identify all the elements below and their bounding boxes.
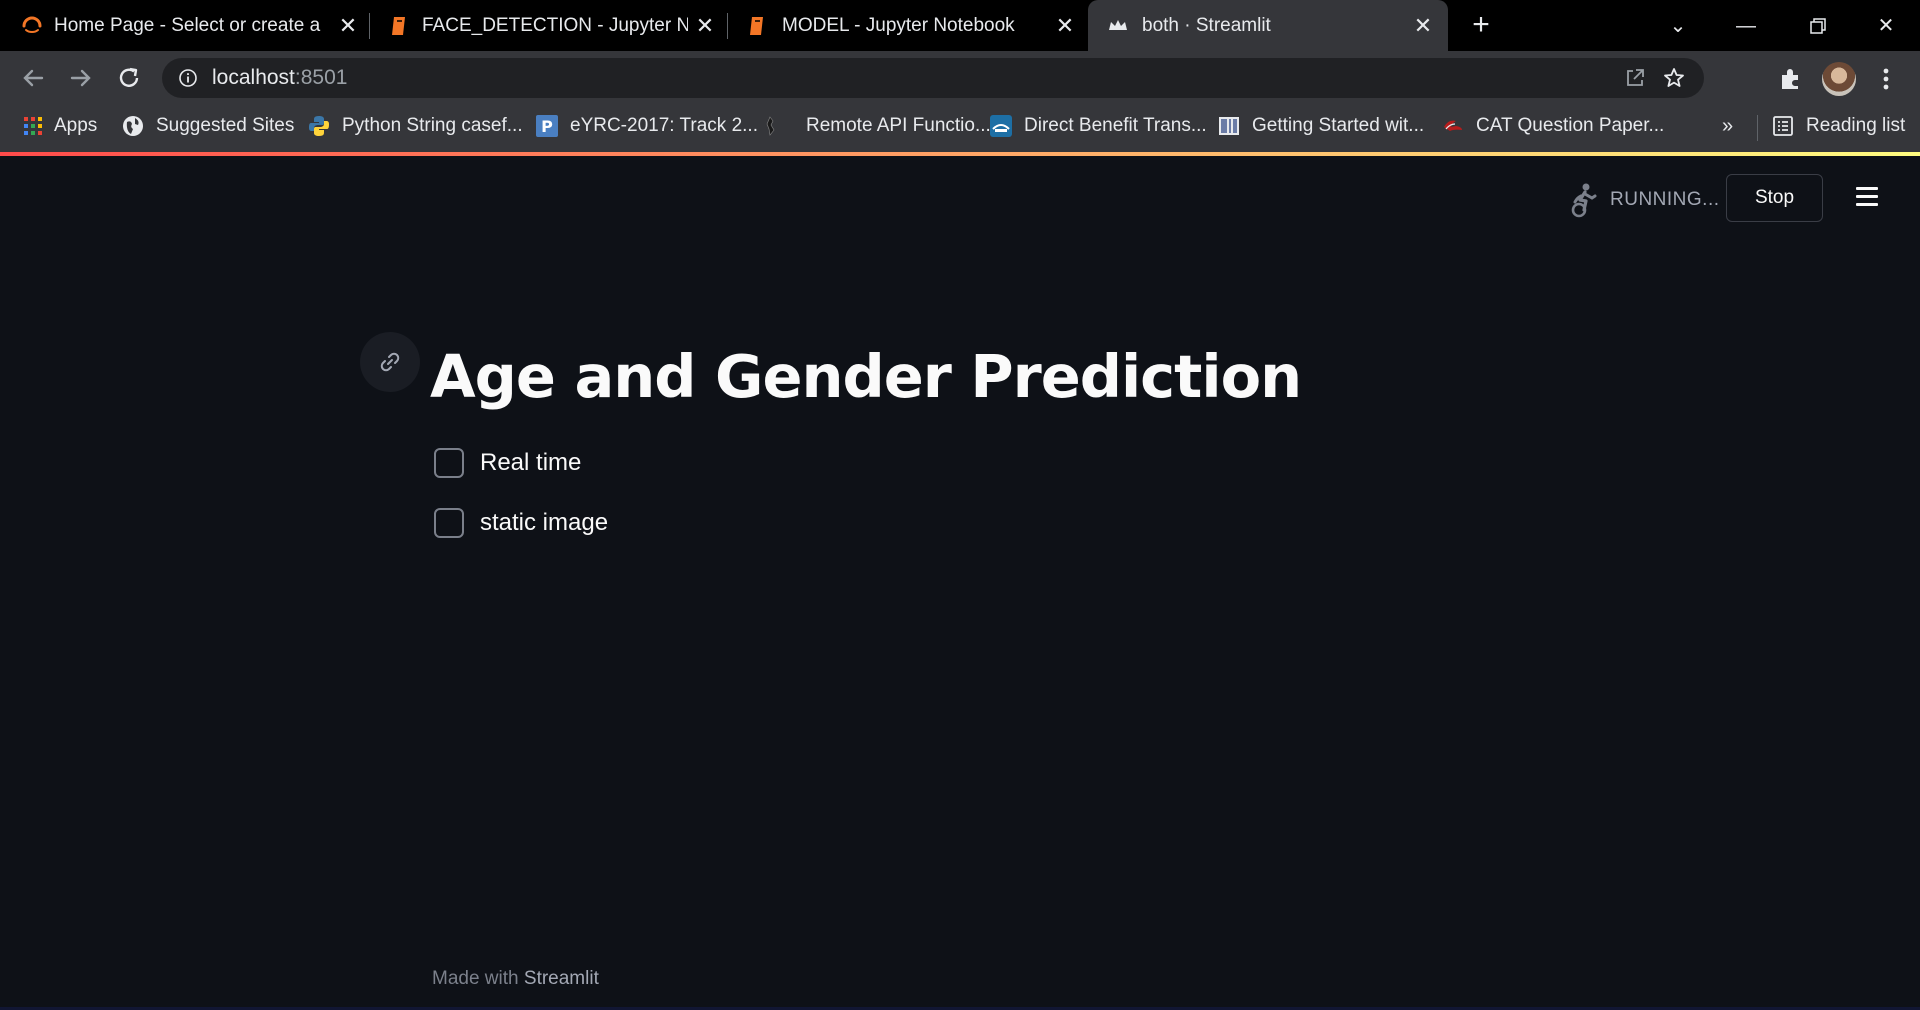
p-badge-icon: P [536, 115, 558, 137]
close-window-button[interactable]: ✕ [1868, 8, 1904, 44]
more-menu-icon[interactable] [1876, 64, 1896, 94]
link-icon [380, 352, 400, 372]
tab-streamlit[interactable]: both · Streamlit ✕ [1088, 0, 1448, 51]
svg-text:P: P [541, 117, 553, 136]
robot-icon [766, 116, 775, 136]
checkbox-label: static image [480, 509, 609, 536]
close-icon[interactable]: ✕ [694, 15, 716, 37]
close-icon[interactable]: ✕ [337, 15, 359, 37]
stop-button[interactable]: Stop [1726, 174, 1823, 222]
bookmarks-divider [1757, 115, 1758, 141]
tab-strip: Home Page - Select or create a notebook … [0, 0, 1920, 51]
extensions-puzzle-icon[interactable] [1778, 66, 1804, 92]
running-man-icon [1571, 183, 1597, 218]
close-icon[interactable]: ✕ [1412, 15, 1434, 37]
close-icon[interactable]: ✕ [1054, 15, 1076, 37]
bookmark-label: Python String casef... [342, 115, 523, 136]
share-icon[interactable] [1624, 67, 1646, 89]
bookmark-label: Apps [54, 115, 98, 136]
footer: Made with Streamlit [432, 968, 599, 990]
reading-list-button[interactable]: Reading list [1772, 105, 1905, 147]
dbt-icon [990, 115, 1012, 137]
main-menu-icon[interactable] [1852, 182, 1882, 212]
checkbox-static-image[interactable]: static image [434, 506, 608, 540]
tab-title: both · Streamlit [1142, 15, 1271, 36]
bookmark-label: Suggested Sites [156, 115, 295, 136]
bookmark-label: Remote API Functio... [806, 115, 991, 136]
bookmarks-bar: Apps Suggested Sites Python String casef… [0, 105, 1920, 152]
footer-prefix: Made with [432, 968, 519, 989]
tab-title: Home Page - Select or create a notebook [54, 15, 326, 36]
minimize-button[interactable]: — [1728, 8, 1764, 44]
bookmark-dbt[interactable]: Direct Benefit Trans... [990, 105, 1207, 147]
bookmark-label: CAT Question Paper... [1476, 115, 1665, 136]
bookmarks-overflow-button[interactable]: » [1722, 115, 1733, 138]
bookmark-suggested-sites[interactable]: Suggested Sites [122, 105, 294, 147]
reload-icon[interactable] [114, 63, 144, 93]
tab-face-detection[interactable]: FACE_DETECTION - Jupyter Notebook ✕ [370, 0, 728, 51]
browser-toolbar: localhost:8501 [0, 51, 1920, 105]
python-icon [309, 116, 329, 136]
jupyter-notebook-icon [750, 17, 763, 35]
new-tab-button[interactable]: + [1466, 10, 1496, 41]
checkbox-input[interactable] [434, 508, 464, 538]
anchor-link-button[interactable] [360, 332, 420, 392]
bookmark-apps[interactable]: Apps [22, 105, 97, 147]
restore-button[interactable] [1800, 8, 1836, 44]
back-arrow-icon[interactable] [18, 63, 48, 93]
streamlit-crown-icon [1109, 20, 1127, 30]
jupyter-spinner-icon [22, 16, 42, 34]
apps-grid-icon [24, 117, 42, 135]
info-icon[interactable] [178, 68, 198, 88]
profile-avatar[interactable] [1822, 62, 1856, 96]
tab-title: MODEL - Jupyter Notebook [782, 15, 1015, 36]
forward-arrow-icon[interactable] [66, 63, 96, 93]
book-icon [1219, 117, 1239, 135]
cat-icon [1444, 120, 1462, 131]
address-bar[interactable]: localhost:8501 [162, 58, 1704, 98]
tab-model[interactable]: MODEL - Jupyter Notebook ✕ [728, 0, 1086, 51]
running-label: RUNNING... [1610, 189, 1720, 210]
url-text[interactable]: localhost:8501 [212, 67, 347, 89]
globe-icon [123, 116, 143, 136]
tab-home-page[interactable]: Home Page - Select or create a notebook … [0, 0, 370, 51]
bookmark-eyrc[interactable]: P eYRC-2017: Track 2... [536, 105, 758, 147]
page-title: Age and Gender Prediction [430, 342, 1302, 411]
bookmark-label: Getting Started wit... [1252, 115, 1425, 136]
checkbox-input[interactable] [434, 448, 464, 478]
jupyter-notebook-icon [392, 17, 405, 35]
running-status: RUNNING... [1568, 178, 1720, 222]
footer-brand-link[interactable]: Streamlit [524, 968, 599, 989]
header-decoration-bar [0, 152, 1920, 156]
tab-title: FACE_DETECTION - Jupyter Notebook [422, 15, 688, 36]
bookmark-cat-question[interactable]: CAT Question Paper... [1442, 105, 1664, 147]
bookmark-getting-started[interactable]: Getting Started wit... [1218, 105, 1424, 147]
bookmark-label: eYRC-2017: Track 2... [570, 115, 758, 136]
checkbox-label: Real time [480, 449, 582, 476]
reading-list-label: Reading list [1806, 115, 1906, 136]
tab-search-icon[interactable]: ⌄ [1660, 8, 1696, 44]
checkbox-real-time[interactable]: Real time [434, 446, 581, 480]
bookmark-python-string[interactable]: Python String casef... [308, 105, 523, 147]
bookmark-remote-api[interactable]: Remote API Functio... [760, 105, 991, 147]
reading-list-icon [1773, 116, 1793, 136]
bookmark-label: Direct Benefit Trans... [1024, 115, 1207, 136]
streamlit-app: RUNNING... Stop Age and Gender Predictio… [0, 152, 1920, 1010]
bookmark-star-icon[interactable] [1662, 66, 1686, 90]
